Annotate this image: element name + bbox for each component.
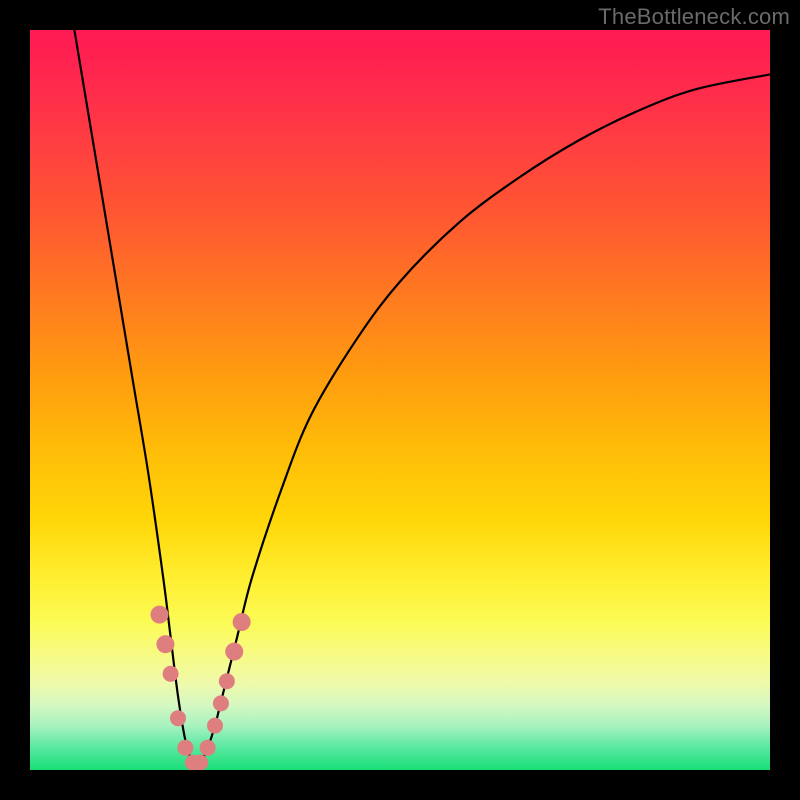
highlight-bead [151, 606, 169, 624]
highlight-bead [156, 635, 174, 653]
highlight-bead [177, 740, 193, 756]
chart-frame: TheBottleneck.com [0, 0, 800, 800]
highlight-bead [225, 643, 243, 661]
highlight-bead [233, 613, 251, 631]
highlight-bead [219, 673, 235, 689]
plot-area [30, 30, 770, 770]
bottleneck-curve [74, 30, 770, 765]
highlight-bead [213, 695, 229, 711]
watermark-text: TheBottleneck.com [598, 4, 790, 30]
highlight-bead [163, 666, 179, 682]
bead-group [151, 606, 251, 770]
highlight-bead [207, 718, 223, 734]
curve-svg [30, 30, 770, 770]
highlight-bead [170, 710, 186, 726]
highlight-bead [192, 755, 208, 770]
highlight-bead [200, 740, 216, 756]
